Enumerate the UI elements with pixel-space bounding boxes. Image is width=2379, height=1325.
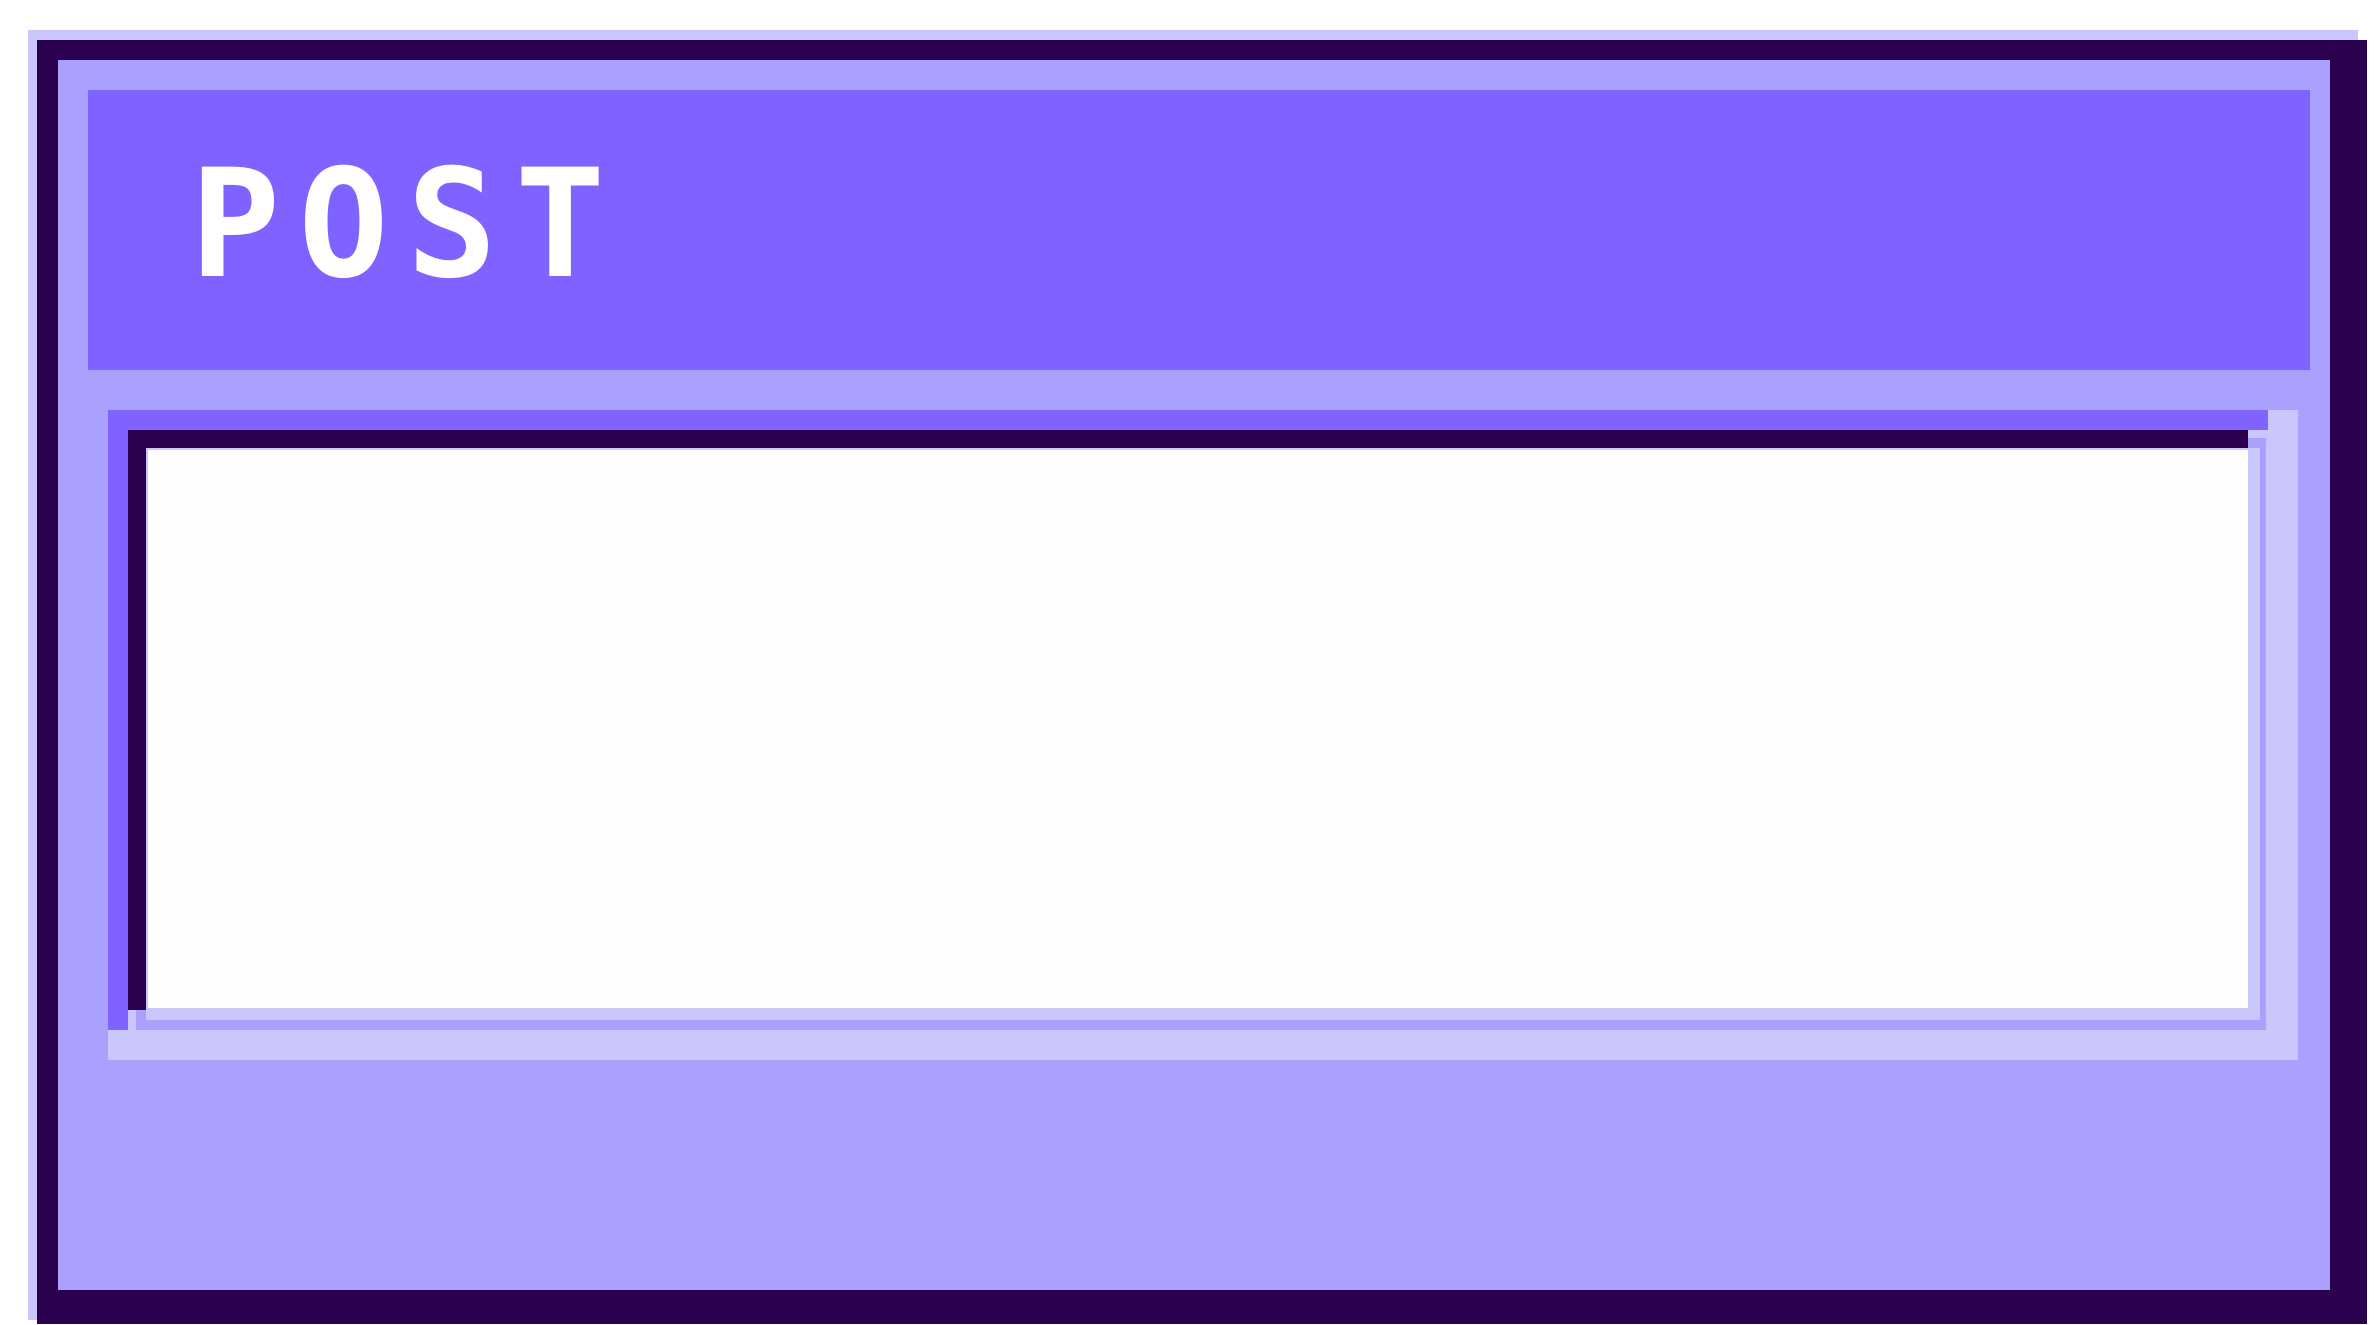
post-text-input[interactable] [148, 450, 2248, 1008]
window-title: POST [190, 138, 624, 312]
window-corner-step [2330, 40, 2344, 52]
window-corner-step [37, 1290, 49, 1302]
